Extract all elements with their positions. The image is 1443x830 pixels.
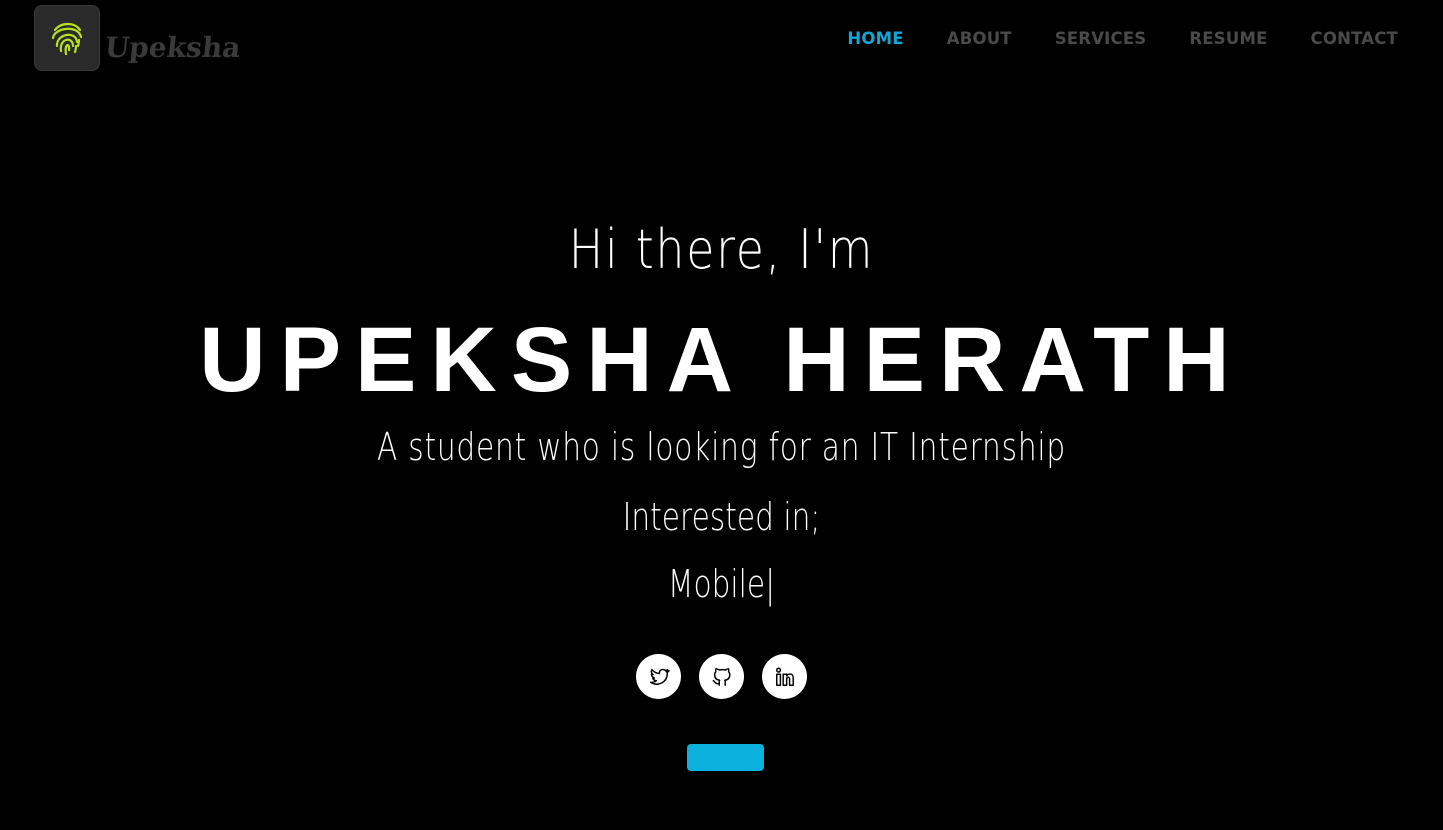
hero-tagline: A student who is looking for an IT Inter… xyxy=(376,425,1067,469)
cta-button[interactable] xyxy=(687,744,764,771)
hero-name: UPEKSHA HERATH xyxy=(199,309,1244,411)
twitter-link[interactable] xyxy=(636,654,681,699)
main-nav: HOME ABOUT SERVICES RESUME CONTACT xyxy=(847,27,1398,51)
nav-contact[interactable]: CONTACT xyxy=(1311,27,1398,51)
brand-logo[interactable]: Upeksha xyxy=(34,5,243,71)
linkedin-icon xyxy=(775,667,794,686)
hero-greeting: Hi there, I'm xyxy=(568,218,875,281)
social-links xyxy=(0,654,1443,699)
twitter-icon xyxy=(649,668,670,685)
nav-services[interactable]: SERVICES xyxy=(1055,27,1147,51)
logo-text: Upeksha xyxy=(103,30,243,64)
github-icon xyxy=(712,667,731,686)
nav-about[interactable]: ABOUT xyxy=(947,27,1012,51)
linkedin-link[interactable] xyxy=(762,654,807,699)
page: Upeksha HOME ABOUT SERVICES RESUME CONTA… xyxy=(0,0,1443,830)
fingerprint-icon xyxy=(34,5,100,71)
nav-home[interactable]: HOME xyxy=(847,27,903,51)
hero-interest-label: Interested in; xyxy=(622,495,821,539)
hero-typed-text: Mobile| xyxy=(667,562,776,606)
nav-resume[interactable]: RESUME xyxy=(1189,27,1267,51)
github-link[interactable] xyxy=(699,654,744,699)
